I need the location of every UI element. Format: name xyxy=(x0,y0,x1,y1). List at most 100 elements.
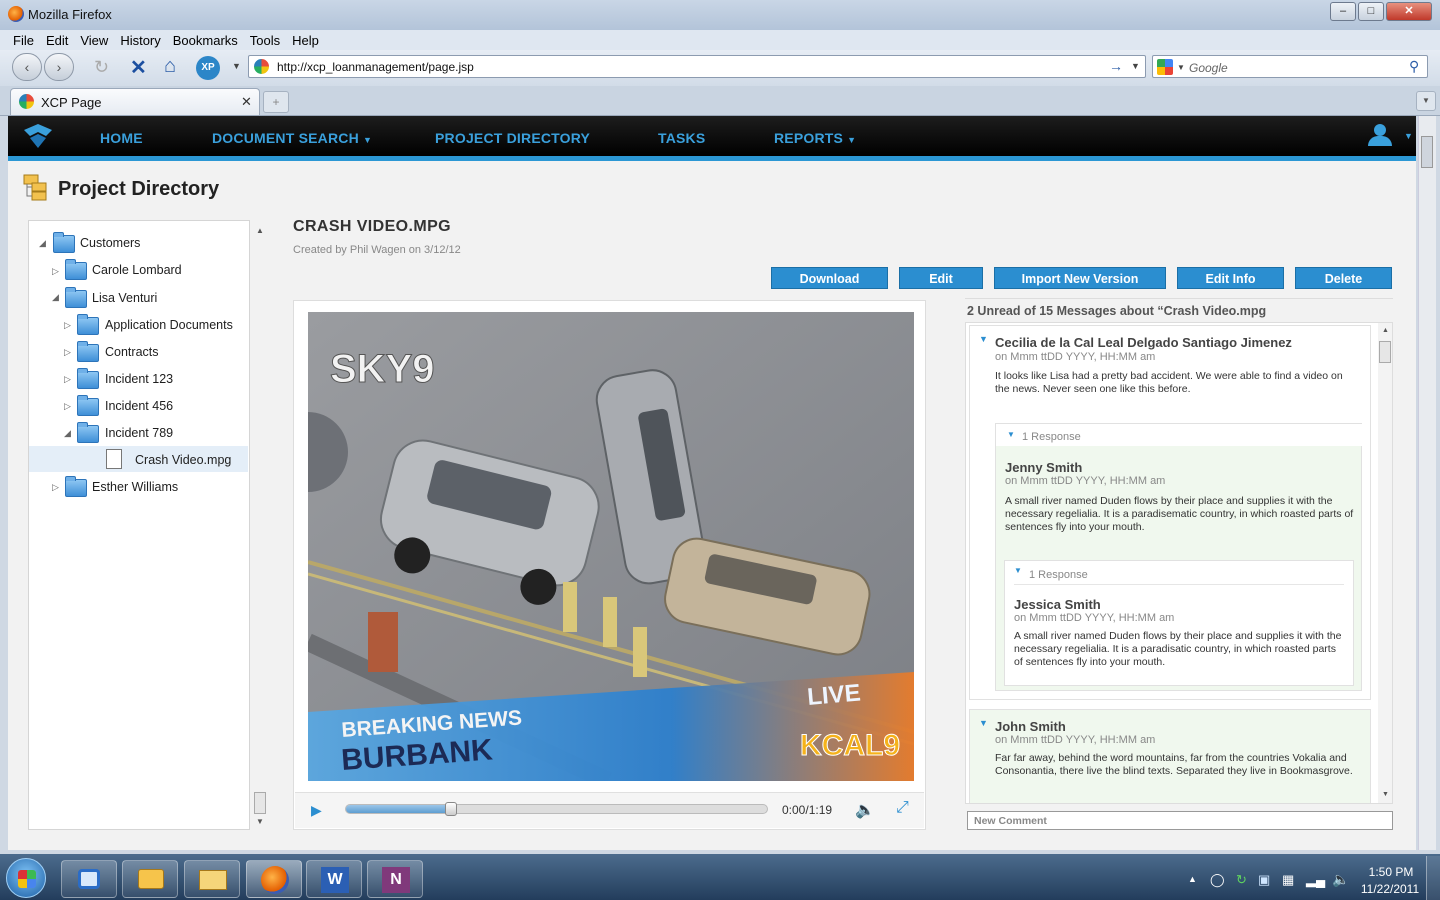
scroll-up-icon[interactable]: ▲ xyxy=(1382,327,1389,334)
play-icon[interactable]: ▶ xyxy=(311,802,322,819)
collapse-arrow-icon[interactable]: ◢ xyxy=(39,238,46,249)
collapse-arrow-icon[interactable]: ◢ xyxy=(64,428,71,439)
tree-item-customers[interactable]: Customers xyxy=(80,233,140,253)
url-bar[interactable]: http://xcp_loanmanagement/page.jsp → ▼ xyxy=(248,55,1146,78)
taskbar-onenote[interactable]: N xyxy=(367,860,423,898)
tray-expand-icon[interactable]: ▲ xyxy=(1188,874,1197,884)
menu-tools[interactable]: Tools xyxy=(244,30,286,48)
caret-down-icon[interactable]: ▼ xyxy=(1404,131,1413,141)
collapse-icon[interactable]: ▼ xyxy=(1007,430,1015,439)
expand-arrow-icon[interactable]: ▷ xyxy=(52,266,59,277)
menu-history[interactable]: History xyxy=(114,30,166,48)
scroll-thumb[interactable] xyxy=(254,792,266,814)
fullscreen-icon[interactable]: ⤢ xyxy=(896,799,909,817)
show-desktop-button[interactable] xyxy=(1426,856,1440,900)
nav-document-search[interactable]: DOCUMENT SEARCH ▼ xyxy=(212,130,372,146)
user-menu[interactable] xyxy=(1368,124,1394,148)
expand-arrow-icon[interactable]: ▷ xyxy=(64,374,71,385)
google-icon[interactable] xyxy=(1157,59,1173,75)
search-icon[interactable]: ⚲ xyxy=(1409,58,1419,75)
video-frame[interactable]: SKY9 LIVE BREAKING NEWS BURBANK KCAL9 xyxy=(308,312,914,781)
expand-arrow-icon[interactable]: ▷ xyxy=(64,401,71,412)
edit-info-button[interactable]: Edit Info xyxy=(1177,267,1284,289)
expand-arrow-icon[interactable]: ▷ xyxy=(64,320,71,331)
new-comment-input[interactable]: New Comment xyxy=(967,811,1393,830)
url-text[interactable]: http://xcp_loanmanagement/page.jsp xyxy=(277,60,474,74)
menu-view[interactable]: View xyxy=(74,30,114,48)
tree-item-carole-lombard[interactable]: Carole Lombard xyxy=(92,260,182,280)
taskbar-remote-app[interactable] xyxy=(61,860,117,898)
response-count[interactable]: 1 Response xyxy=(1022,431,1081,443)
forward-button[interactable]: › xyxy=(44,53,74,81)
menu-edit[interactable]: Edit xyxy=(40,30,74,48)
search-bar[interactable]: ▼ Google ⚲ xyxy=(1152,55,1428,78)
collapse-icon[interactable]: ▼ xyxy=(979,334,988,344)
nav-reports[interactable]: REPORTS ▼ xyxy=(774,130,856,146)
taskbar-explorer[interactable] xyxy=(184,860,240,898)
scroll-down-icon[interactable]: ▼ xyxy=(1382,791,1389,798)
scroll-down-icon[interactable]: ▼ xyxy=(256,817,264,826)
scroll-thumb[interactable] xyxy=(1379,341,1391,363)
edit-button[interactable]: Edit xyxy=(899,267,983,289)
xcp-addon-icon[interactable]: XP xyxy=(196,56,220,80)
tray-sync-icon[interactable]: ↻ xyxy=(1236,872,1247,888)
collapse-arrow-icon[interactable]: ◢ xyxy=(52,292,59,303)
taskbar-outlook[interactable] xyxy=(122,860,178,898)
xcp-logo-icon[interactable] xyxy=(20,122,56,150)
url-history-dropdown-icon[interactable]: ▼ xyxy=(1131,61,1140,71)
back-button[interactable]: ‹ xyxy=(12,53,42,81)
taskbar-word[interactable]: W xyxy=(306,860,362,898)
reload-icon[interactable]: ↻ xyxy=(94,57,109,78)
clock-date[interactable]: 11/22/2011 xyxy=(1358,882,1422,896)
collapse-icon[interactable]: ▼ xyxy=(979,718,988,728)
tree-item-contracts[interactable]: Contracts xyxy=(105,342,159,362)
seek-bar[interactable] xyxy=(345,802,768,816)
search-engine-dropdown-icon[interactable]: ▼ xyxy=(1177,63,1185,72)
tree-scrollbar[interactable]: ▲ ▼ xyxy=(252,220,268,830)
menu-help[interactable]: Help xyxy=(286,30,325,48)
collapse-icon[interactable]: ▼ xyxy=(1014,566,1022,575)
import-new-version-button[interactable]: Import New Version xyxy=(994,267,1166,289)
tray-device-icon[interactable]: ▦ xyxy=(1282,872,1294,888)
go-arrow-icon[interactable]: → xyxy=(1109,58,1123,74)
list-tabs-icon[interactable]: ▼ xyxy=(1416,91,1436,111)
close-window-button[interactable]: ✕ xyxy=(1386,2,1432,21)
volume-icon[interactable]: 🔈 xyxy=(855,800,875,820)
minimize-button[interactable]: – xyxy=(1330,2,1356,21)
delete-button[interactable]: Delete xyxy=(1295,267,1392,289)
tree-item-incident-789[interactable]: Incident 789 xyxy=(105,423,173,443)
dropdown-icon[interactable]: ▼ xyxy=(232,61,241,71)
download-button[interactable]: Download xyxy=(771,267,888,289)
tray-volume-icon[interactable]: 🔈 xyxy=(1332,871,1349,888)
response-count[interactable]: 1 Response xyxy=(1029,569,1088,581)
expand-arrow-icon[interactable]: ▷ xyxy=(52,482,59,493)
messages-scrollbar[interactable]: ▲ ▼ xyxy=(1378,323,1392,803)
new-tab-button[interactable]: + xyxy=(263,91,289,113)
taskbar-firefox[interactable] xyxy=(246,860,302,898)
expand-arrow-icon[interactable]: ▷ xyxy=(64,347,71,358)
tree-item-esther-williams[interactable]: Esther Williams xyxy=(92,477,178,497)
scroll-thumb[interactable] xyxy=(1421,136,1433,168)
tab-xcp-page[interactable]: XCP Page ✕ xyxy=(10,88,260,115)
tree-item-incident-456[interactable]: Incident 456 xyxy=(105,396,173,416)
menu-file[interactable]: File xyxy=(7,30,40,48)
stop-icon[interactable]: ✕ xyxy=(130,55,147,80)
menu-bookmarks[interactable]: Bookmarks xyxy=(167,30,244,48)
tree-item-crash-video[interactable]: Crash Video.mpg xyxy=(135,450,231,470)
nav-home[interactable]: HOME xyxy=(100,130,143,146)
seek-handle[interactable] xyxy=(445,802,458,816)
tray-display-icon[interactable]: ▣ xyxy=(1258,872,1270,888)
tree-item-application-documents[interactable]: Application Documents xyxy=(105,315,233,335)
clock-time[interactable]: 1:50 PM xyxy=(1366,865,1416,879)
tree-item-incident-123[interactable]: Incident 123 xyxy=(105,369,173,389)
maximize-button[interactable]: □ xyxy=(1358,2,1384,21)
tray-network-icon[interactable]: ◯ xyxy=(1210,872,1225,888)
scroll-up-icon[interactable]: ▲ xyxy=(256,226,264,235)
page-scrollbar[interactable] xyxy=(1418,116,1436,854)
start-button[interactable] xyxy=(6,858,46,898)
home-icon[interactable]: ⌂ xyxy=(164,55,176,78)
tree-item-lisa-venturi[interactable]: Lisa Venturi xyxy=(92,288,157,308)
nav-tasks[interactable]: TASKS xyxy=(658,130,705,146)
nav-project-directory[interactable]: PROJECT DIRECTORY xyxy=(435,130,590,146)
tray-signal-icon[interactable]: ▂▄ xyxy=(1306,872,1325,888)
